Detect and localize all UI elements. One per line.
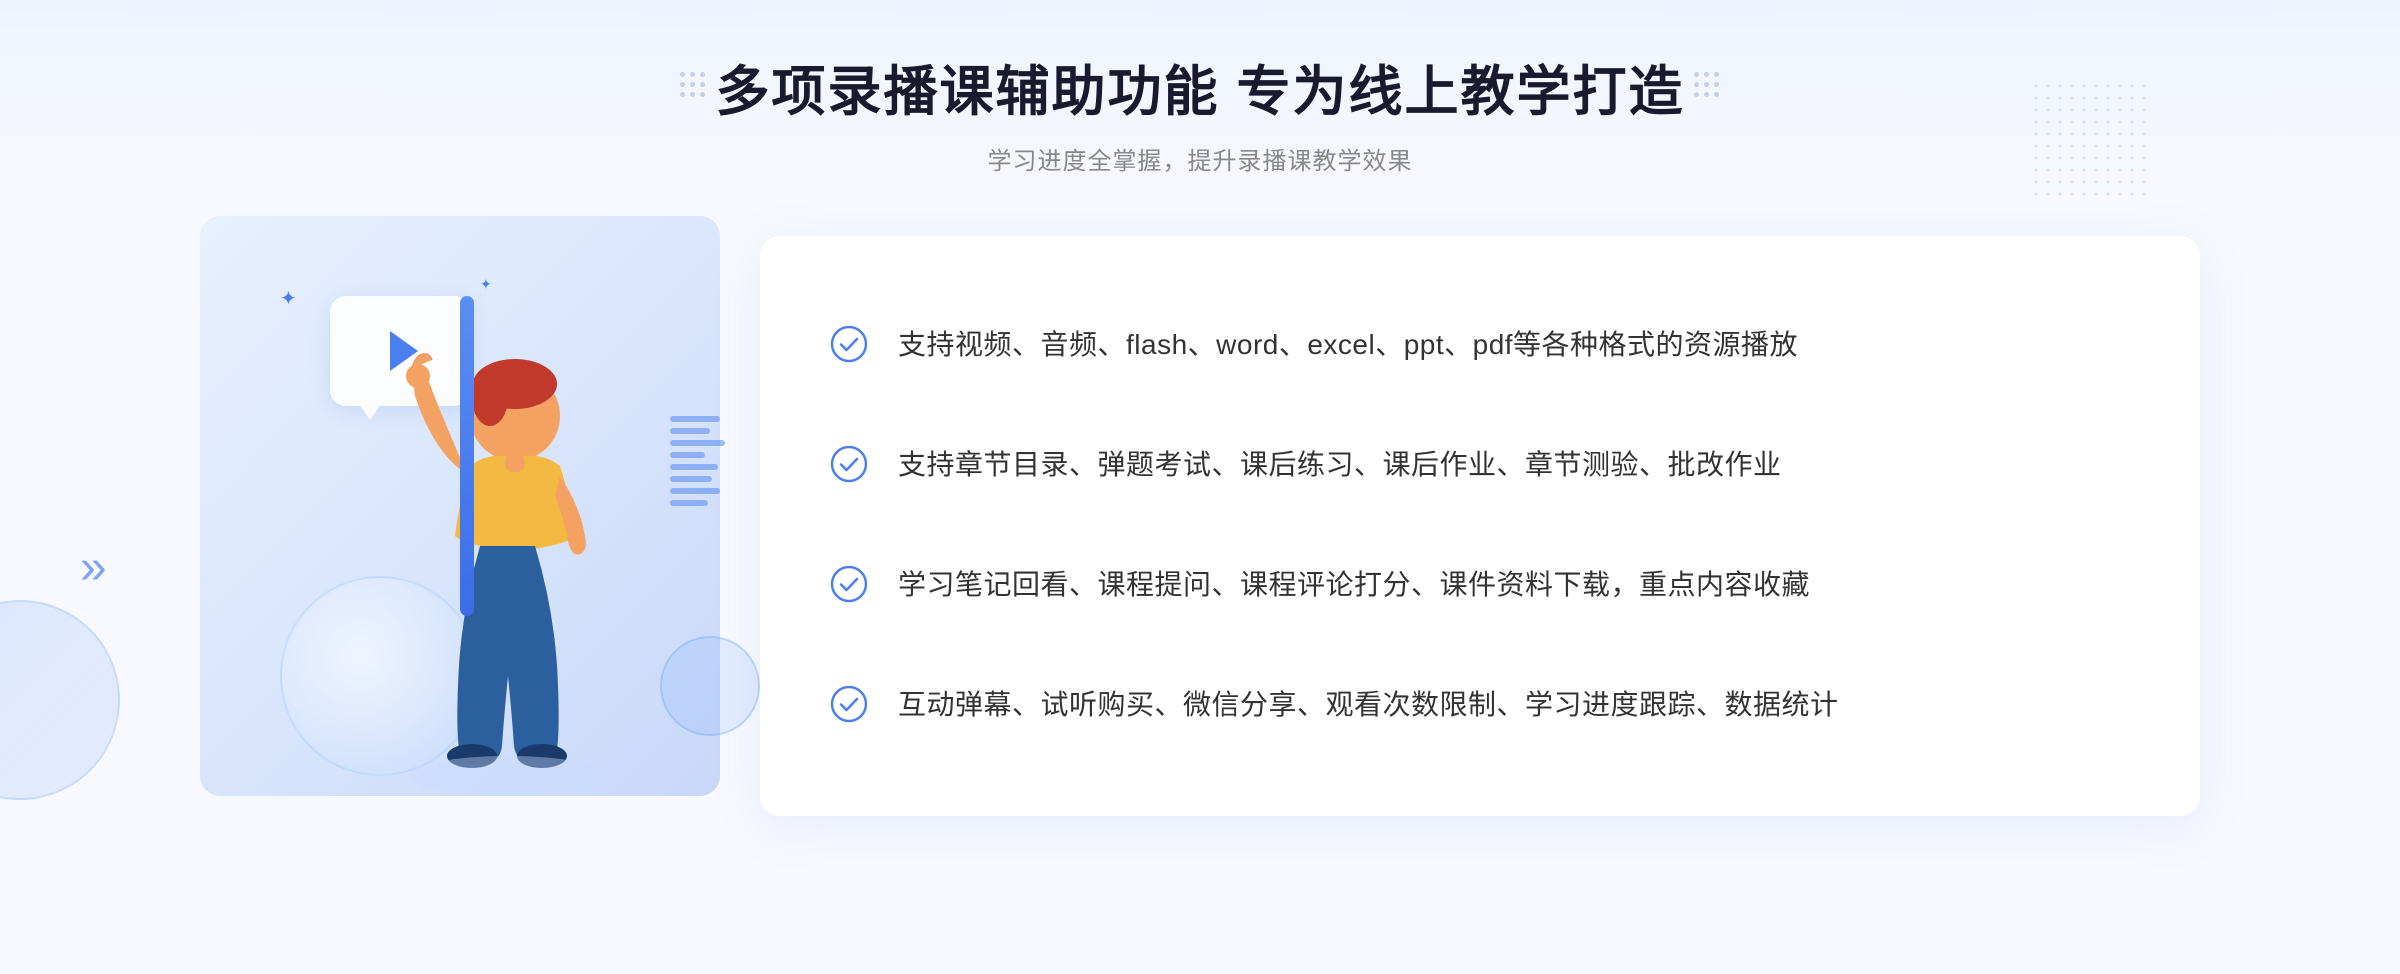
dot-grid-left [680, 72, 706, 98]
feature-item-4: 互动弹幕、试听购买、微信分享、观看次数限制、学习进度跟踪、数据统计 [830, 683, 2130, 728]
header-section: 多项录播课辅助功能 专为线上教学打造 学习进度全掌握，提升录播课教学效果 [0, 0, 2400, 216]
feature-text-4: 互动弹幕、试听购买、微信分享、观看次数限制、学习进度跟踪、数据统计 [898, 683, 1839, 728]
blue-bar-accent [460, 296, 474, 616]
feature-text-1: 支持视频、音频、flash、word、excel、ppt、pdf等各种格式的资源… [898, 323, 1798, 368]
sparkle-icon-2: ✦ [480, 276, 492, 293]
content-area: ✦ ✦ [0, 216, 2400, 836]
check-icon-2 [830, 445, 868, 483]
sparkle-icon-1: ✦ [280, 286, 297, 311]
main-title: 多项录播课辅助功能 专为线上教学打造 [0, 60, 2400, 125]
illustration-card: ✦ ✦ [200, 216, 780, 836]
check-icon-4 [830, 685, 868, 723]
feature-item-2: 支持章节目录、弹题考试、课后练习、课后作业、章节测验、批改作业 [830, 443, 2130, 488]
deco-circle-small [660, 636, 760, 736]
header-dots-left [680, 72, 706, 98]
person-figure [360, 336, 640, 836]
feature-text-2: 支持章节目录、弹题考试、课后练习、课后作业、章节测验、批改作业 [898, 443, 1782, 488]
page-wrapper: » 多项录播课辅助功能 专为线上教学打造 学习进度全掌握，提升录播课教学效果 [0, 0, 2400, 974]
dot-grid-right [1694, 72, 1720, 98]
header-dots-right [1694, 72, 1720, 98]
check-icon-3 [830, 565, 868, 603]
feature-item-3: 学习笔记回看、课程提问、课程评论打分、课件资料下载，重点内容收藏 [830, 563, 2130, 608]
features-panel: 支持视频、音频、flash、word、excel、ppt、pdf等各种格式的资源… [760, 236, 2200, 816]
check-icon-1 [830, 325, 868, 363]
subtitle: 学习进度全掌握，提升录播课教学效果 [0, 141, 2400, 176]
feature-item-1: 支持视频、音频、flash、word、excel、ppt、pdf等各种格式的资源… [830, 323, 2130, 368]
stripes-decoration [670, 416, 730, 516]
feature-text-3: 学习笔记回看、课程提问、课程评论打分、课件资料下载，重点内容收藏 [898, 563, 1810, 608]
